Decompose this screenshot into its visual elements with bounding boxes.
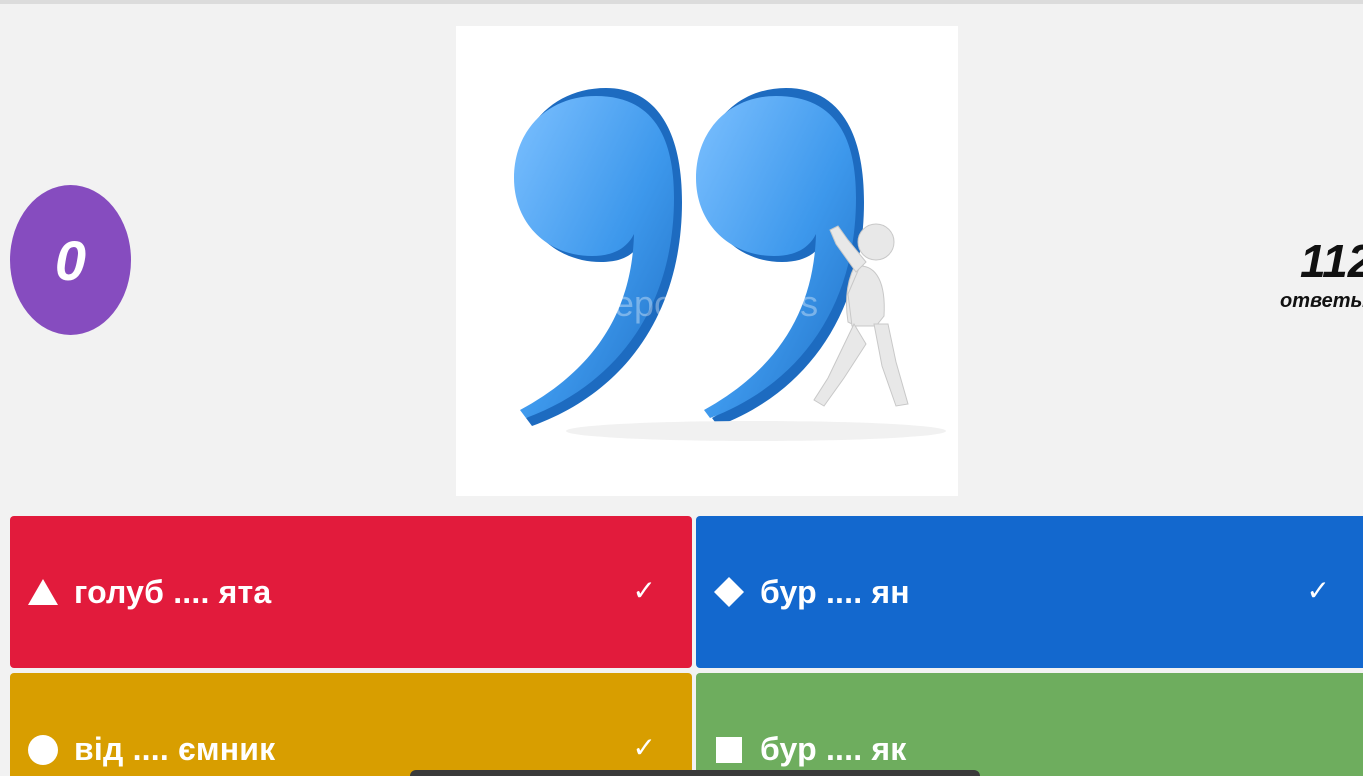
- triangle-icon: [24, 573, 62, 611]
- check-icon: ✓: [632, 732, 656, 763]
- check-icon: ✓: [1306, 575, 1330, 606]
- answer-option-1-text: голуб .... ята: [74, 573, 272, 610]
- answers-count-value: 112: [1300, 235, 1363, 287]
- quote-marks-illustration: depositphotos: [514, 88, 946, 441]
- answer-option-3-text: від .... ємник: [74, 731, 276, 767]
- check-icon: ✓: [632, 575, 656, 606]
- answers-count-label: ответы: [1280, 290, 1363, 312]
- diamond-icon: [710, 573, 748, 611]
- quiz-screen: 0 depositphotos 11 ответы голуб .... ята…: [0, 0, 1363, 776]
- bottom-overlay-bar: [410, 770, 980, 776]
- answers-counter: 112 ответы: [1280, 238, 1363, 313]
- answer-option-2[interactable]: бур .... ян ✓: [696, 516, 1363, 668]
- question-image: depositphotos: [456, 26, 958, 496]
- answer-option-2-text: бур .... ян: [760, 573, 910, 610]
- square-icon: [710, 731, 748, 769]
- timer-badge: 0: [10, 185, 131, 335]
- watermark-text: depositphotos: [594, 283, 818, 324]
- timer-value: 0: [54, 228, 87, 292]
- answer-option-4-text: бур .... як: [760, 731, 907, 767]
- answer-option-1[interactable]: голуб .... ята ✓: [10, 516, 692, 668]
- circle-icon: [24, 731, 62, 769]
- answer-option-3[interactable]: від .... ємник ✓: [10, 673, 692, 776]
- top-divider: [0, 0, 1363, 4]
- answer-option-4[interactable]: бур .... як: [696, 673, 1363, 776]
